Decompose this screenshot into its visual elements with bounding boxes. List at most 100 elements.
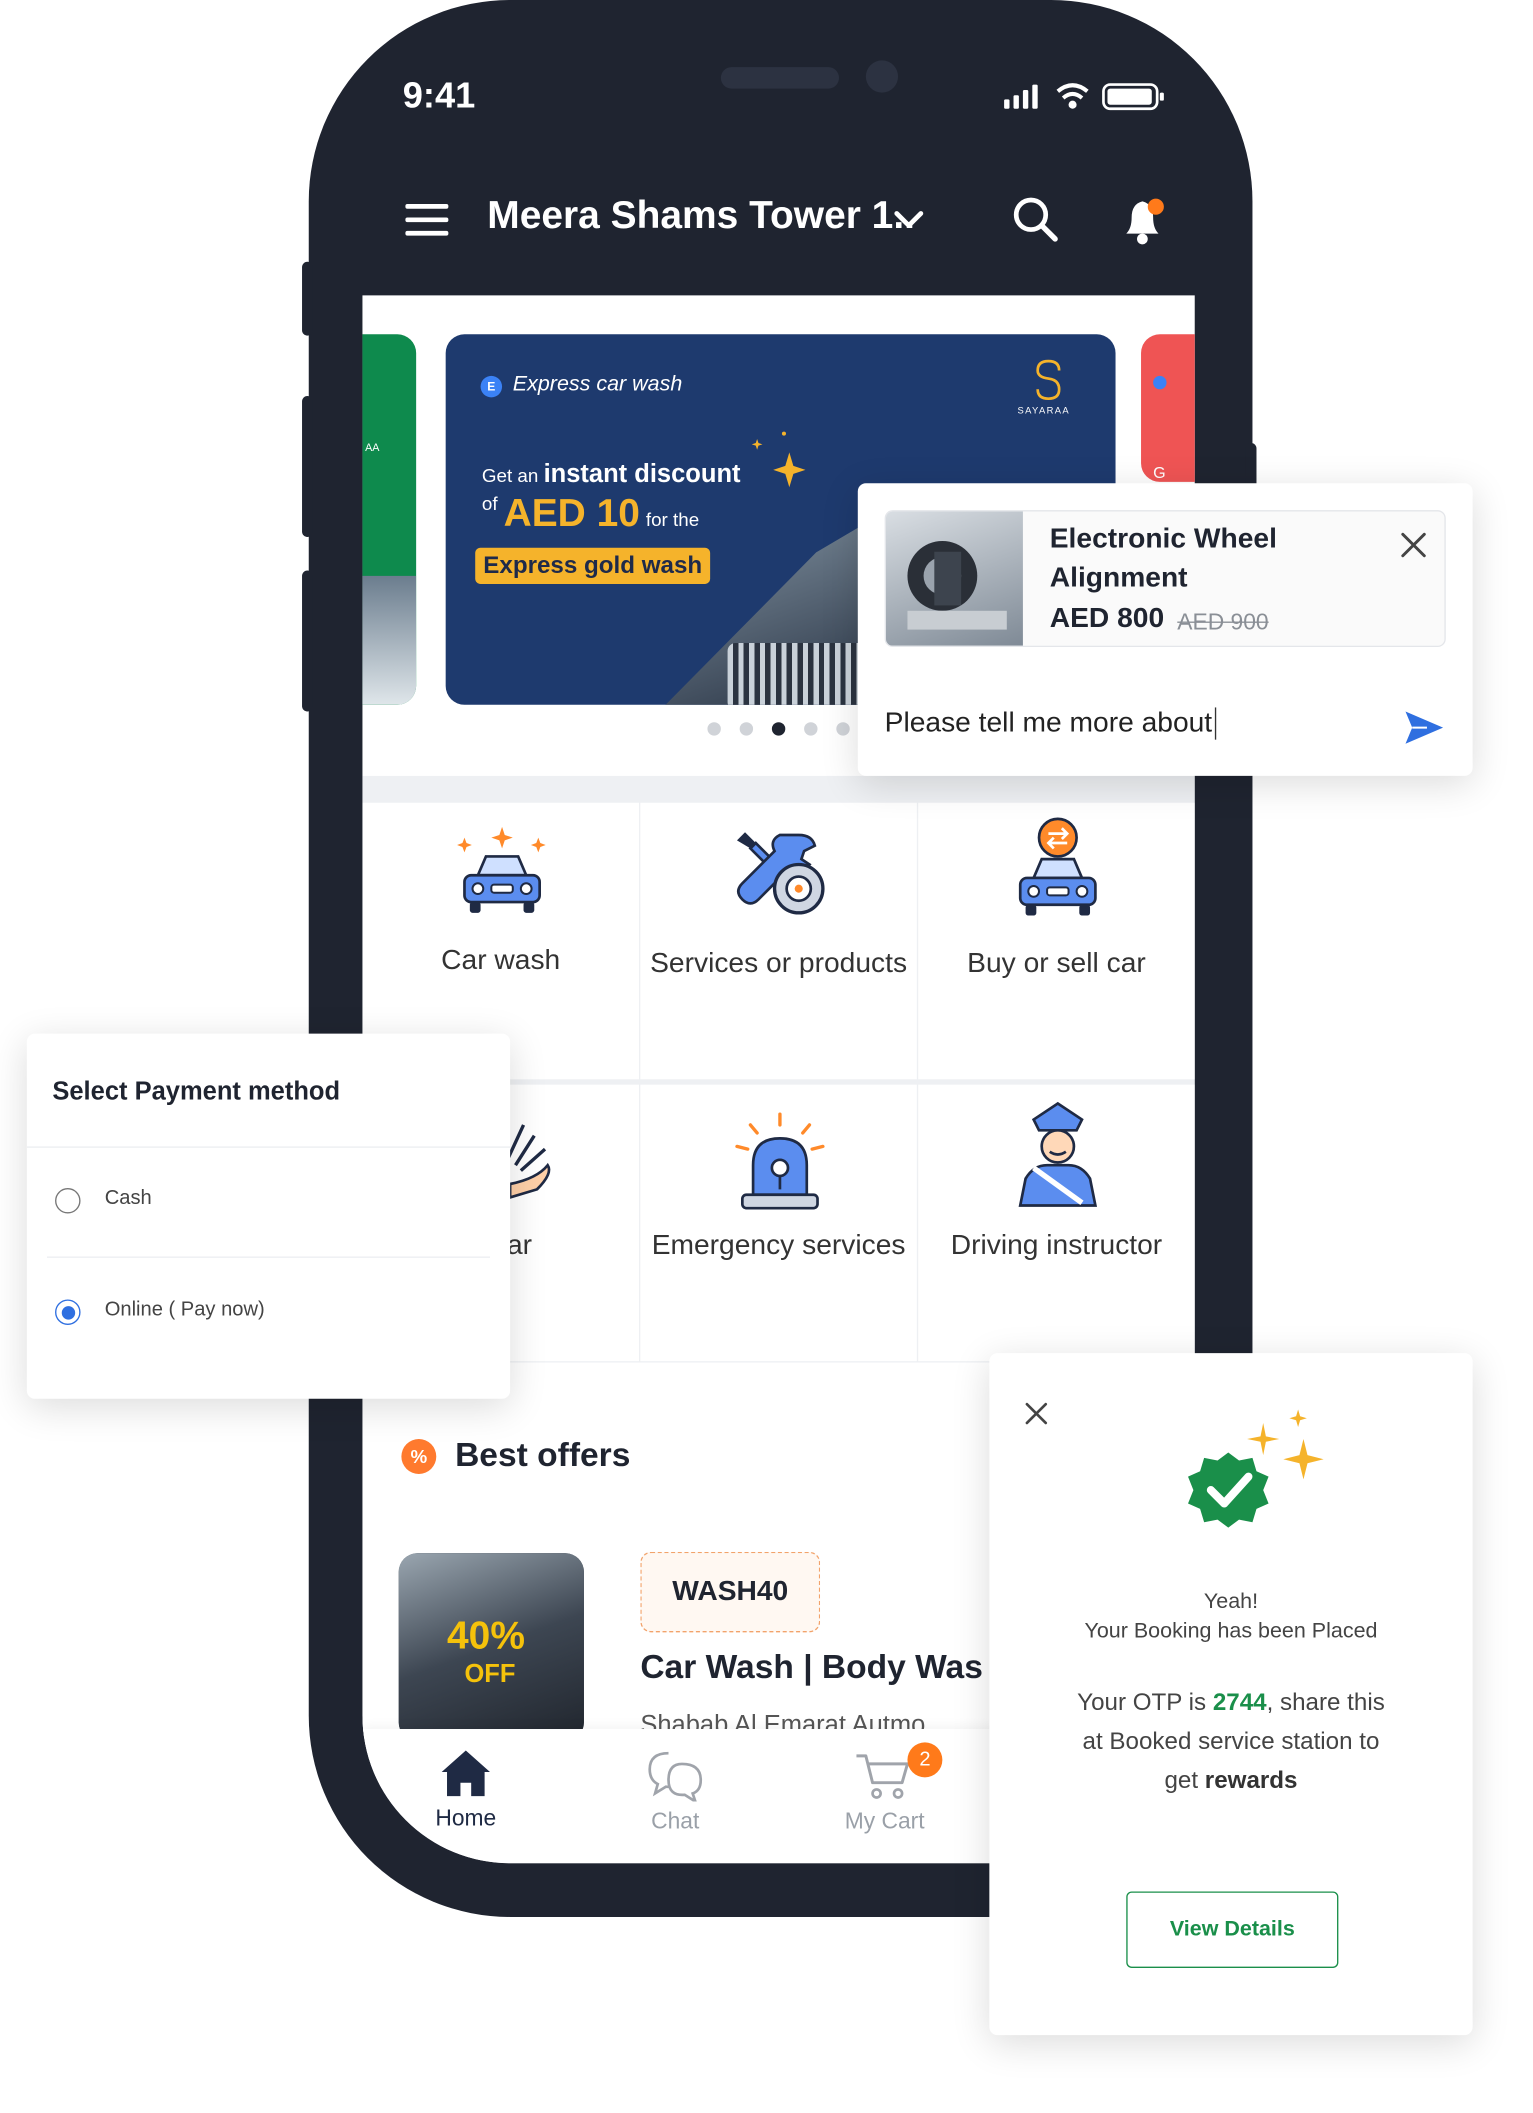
location-selector[interactable]: Meera Shams Tower 1.. bbox=[487, 195, 915, 239]
tab-home-label: Home bbox=[435, 1805, 497, 1832]
banner-line2-suffix: for the bbox=[645, 508, 700, 531]
otp-code: 2744 bbox=[1212, 1688, 1267, 1716]
service-services-products[interactable]: Services or products bbox=[640, 802, 917, 1080]
carousel-dot-active bbox=[771, 722, 786, 736]
banner-line1-prefix: Get an bbox=[481, 464, 539, 486]
radio-dot bbox=[61, 1305, 75, 1319]
booking-placed-text: Your Booking has been Placed bbox=[1084, 1620, 1378, 1644]
otp-instruction: at Booked service station to bbox=[1082, 1727, 1380, 1755]
tab-chat[interactable]: Chat bbox=[626, 1748, 725, 1842]
menu-icon[interactable] bbox=[403, 201, 451, 239]
tools-icon bbox=[736, 832, 825, 915]
signal-bar bbox=[1022, 89, 1029, 109]
view-details-button[interactable]: View Details bbox=[1126, 1891, 1339, 1968]
offer-image[interactable]: 40% OFF bbox=[398, 1553, 584, 1742]
chat-message-input[interactable]: Please tell me more about bbox=[885, 707, 1217, 740]
rewards-bold: rewards bbox=[1204, 1766, 1298, 1794]
mute-switch bbox=[302, 261, 313, 336]
banner-next-badge-icon bbox=[1153, 375, 1167, 390]
close-icon[interactable] bbox=[1399, 530, 1429, 560]
buy-sell-car-icon bbox=[1018, 817, 1097, 916]
tab-home[interactable]: Home bbox=[416, 1748, 515, 1842]
sayaraa-brand-text: SAYARAA bbox=[1017, 406, 1070, 417]
chat-icon bbox=[648, 1751, 703, 1805]
payment-title: Select Payment method bbox=[52, 1077, 341, 1107]
speaker-grille bbox=[720, 67, 839, 89]
tab-cart-label: My Cart bbox=[844, 1808, 925, 1834]
send-icon[interactable] bbox=[1403, 709, 1446, 747]
svg-text:%: % bbox=[410, 1446, 427, 1467]
scene: 9:41 Meera Shams Tower 1.. AA E Express … bbox=[0, 0, 1533, 2102]
rewards-prefix: get bbox=[1164, 1766, 1199, 1794]
payment-option-cash[interactable]: Cash bbox=[52, 1184, 482, 1224]
product-preview[interactable]: Electronic Wheel Alignment AED 800 AED 9… bbox=[884, 510, 1446, 648]
car-wash-icon bbox=[457, 826, 546, 913]
cart-icon bbox=[856, 1754, 909, 1799]
booking-line-yeah: Yeah! bbox=[1203, 1590, 1259, 1614]
service-label: Services or products bbox=[650, 947, 908, 979]
radio-button[interactable] bbox=[55, 1188, 81, 1214]
carousel-dot bbox=[739, 722, 754, 736]
sparkle-icon bbox=[751, 431, 806, 488]
offer-title[interactable]: Car Wash | Body Was bbox=[640, 1648, 983, 1687]
product-thumbnail bbox=[885, 511, 1023, 646]
banner-prev-photo bbox=[362, 575, 417, 705]
bell-icon[interactable] bbox=[1118, 191, 1172, 247]
coupon-code[interactable]: WASH40 bbox=[640, 1551, 821, 1633]
service-driving-instructor[interactable]: Driving instructor bbox=[918, 1084, 1195, 1362]
tab-cart[interactable]: My Cart 2 bbox=[835, 1742, 943, 1842]
service-label: Emergency services bbox=[651, 1229, 906, 1261]
battery-tip bbox=[1159, 92, 1164, 101]
front-camera bbox=[865, 60, 899, 93]
best-offers-title: Best offers bbox=[455, 1436, 631, 1474]
divider bbox=[26, 1146, 511, 1148]
product-price: AED 800 bbox=[1049, 602, 1165, 634]
banner-label: Express car wash bbox=[512, 373, 683, 397]
service-emergency[interactable]: Emergency services bbox=[640, 1084, 917, 1362]
battery-level bbox=[1107, 88, 1152, 105]
wifi-icon bbox=[1056, 83, 1089, 93]
siren-icon bbox=[735, 1112, 825, 1210]
service-label: Car wash bbox=[441, 945, 561, 976]
chat-product-card: Electronic Wheel Alignment AED 800 AED 9… bbox=[857, 483, 1473, 776]
payment-method-card: Select Payment method Cash Online ( Pay … bbox=[26, 1033, 511, 1399]
banner-offer: of AED 10 for the bbox=[482, 493, 699, 537]
offer-image-percent: 40% bbox=[447, 1614, 525, 1658]
wheel-alignment-image bbox=[907, 540, 1007, 630]
notification-dot bbox=[1147, 198, 1164, 215]
home-icon bbox=[441, 1750, 490, 1797]
offer-badge-icon: % bbox=[401, 1439, 437, 1474]
booking-confirmation-card: Yeah! Your Booking has been Placed Your … bbox=[989, 1353, 1473, 2036]
carousel-dot bbox=[836, 722, 850, 736]
payment-option-label: Online ( Pay now) bbox=[104, 1298, 265, 1321]
banner-headline: Get an instant discount bbox=[482, 460, 741, 490]
rewards-line: get rewards bbox=[989, 1767, 1472, 1795]
banner-line1-bold: instant discount bbox=[543, 460, 741, 489]
instructor-icon bbox=[1018, 1101, 1098, 1207]
volume-up-button bbox=[302, 396, 313, 537]
service-label: Driving instructor bbox=[950, 1229, 1163, 1261]
product-title: Electronic Wheel Alignment bbox=[1049, 523, 1277, 594]
status-time: 9:41 bbox=[402, 75, 476, 116]
carousel-dots[interactable] bbox=[698, 720, 859, 739]
carousel-dot bbox=[804, 722, 818, 736]
payment-option-online[interactable]: Online ( Pay now) bbox=[52, 1295, 482, 1335]
close-icon[interactable] bbox=[1023, 1400, 1050, 1427]
search-icon[interactable] bbox=[1011, 195, 1059, 243]
wifi-icon-mid bbox=[1061, 91, 1084, 100]
service-buy-sell-car[interactable]: Buy or sell car bbox=[918, 802, 1195, 1080]
verified-check-icon bbox=[1188, 1409, 1324, 1528]
banner-line2-prefix: of bbox=[481, 492, 498, 515]
banner-prev-text: AA bbox=[365, 441, 380, 454]
banner-next[interactable]: G bbox=[1141, 334, 1195, 482]
status-icons bbox=[1004, 83, 1164, 111]
banner-prev[interactable]: AA bbox=[362, 334, 417, 705]
product-old-price: AED 900 bbox=[1177, 609, 1269, 635]
radio-button-selected[interactable] bbox=[55, 1299, 81, 1325]
payment-option-label: Cash bbox=[104, 1186, 152, 1210]
chevron-down-icon[interactable] bbox=[893, 208, 925, 232]
carousel-dot bbox=[707, 722, 721, 736]
tab-chat-label: Chat bbox=[651, 1808, 700, 1834]
wifi-icon-dot bbox=[1068, 100, 1077, 109]
sayaraa-logo bbox=[1036, 359, 1061, 401]
